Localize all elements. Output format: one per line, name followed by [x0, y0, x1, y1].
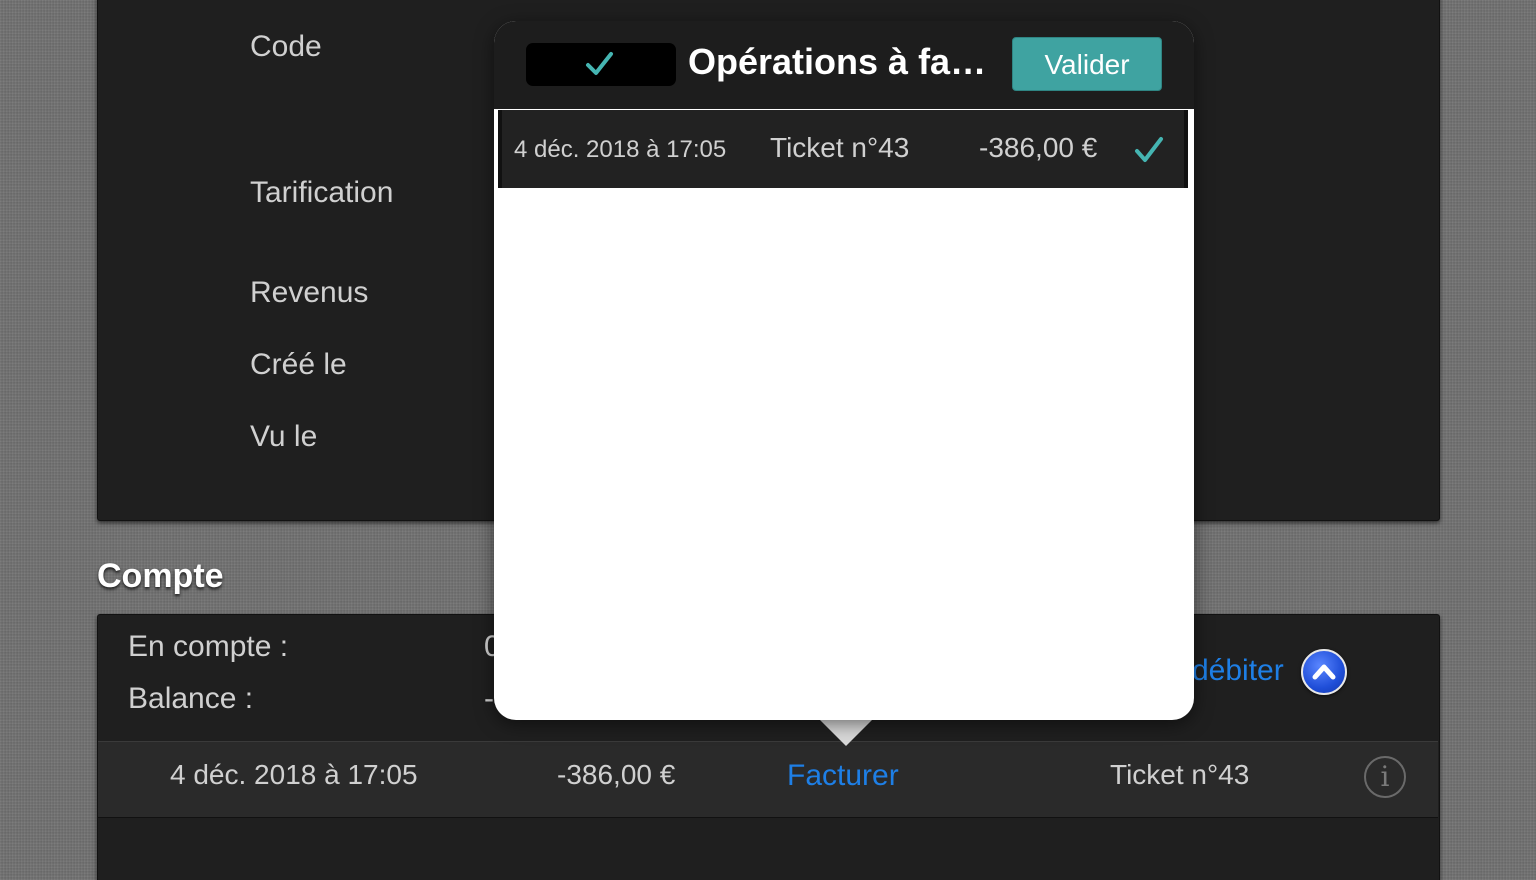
balance-value: -: [484, 682, 494, 715]
operations-popover: Opérations à facturer Valider 4 déc. 201…: [494, 21, 1194, 720]
created-on-label: Créé le: [250, 348, 347, 381]
popover-header: Opérations à facturer Valider: [494, 21, 1194, 109]
account-section-title: Compte: [97, 557, 224, 595]
balance-label: Balance :: [128, 682, 254, 715]
debit-link[interactable]: débiter: [1192, 654, 1284, 688]
check-icon: [1135, 137, 1163, 162]
popover-row-date: 4 déc. 2018 à 17:05: [514, 136, 727, 163]
seen-on-label: Vu le: [250, 420, 318, 453]
invoice-button[interactable]: Facturer: [787, 759, 899, 793]
operation-ticket: Ticket n°43: [1110, 759, 1250, 790]
popover-arrow: [819, 719, 873, 746]
in-account-label: En compte :: [128, 630, 289, 663]
popover-row-amount: -386,00 €: [979, 132, 1098, 163]
tarification-label: Tarification: [250, 176, 394, 209]
check-icon: [586, 52, 613, 75]
validate-button[interactable]: Valider: [1012, 37, 1162, 91]
popover-row-ticket: Ticket n°43: [770, 132, 910, 163]
popover-operation-row[interactable]: 4 déc. 2018 à 17:05 Ticket n°43 -386,00 …: [498, 110, 1188, 188]
popover-title: Opérations à facturer: [688, 41, 993, 82]
revenus-label: Revenus: [250, 276, 369, 309]
chevron-up-circle-icon[interactable]: [1301, 649, 1347, 695]
code-label: Code: [250, 30, 322, 63]
operation-date: 4 déc. 2018 à 17:05: [170, 759, 418, 790]
select-all-toggle[interactable]: [526, 43, 676, 86]
info-icon[interactable]: i: [1364, 756, 1406, 798]
operation-amount: -386,00 €: [557, 759, 676, 790]
